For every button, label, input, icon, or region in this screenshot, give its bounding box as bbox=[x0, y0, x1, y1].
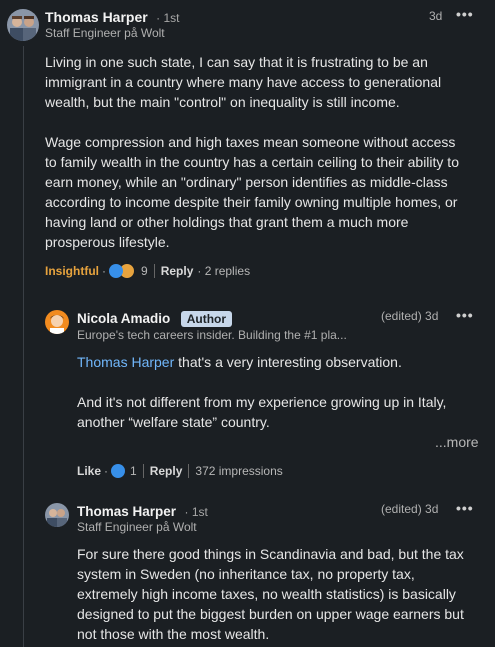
more-horizontal-icon[interactable]: ••• bbox=[456, 307, 474, 323]
separator-dot: · bbox=[104, 464, 109, 478]
timestamp: (edited) 3d bbox=[381, 502, 439, 516]
replies-count[interactable]: · 2 replies bbox=[197, 264, 250, 278]
avatar-thomas-harper[interactable] bbox=[45, 503, 69, 527]
more-horizontal-icon[interactable]: ••• bbox=[456, 500, 474, 516]
author-badge: Author bbox=[180, 311, 233, 327]
reply-actions: Like · 1 Reply 372 impressions bbox=[77, 464, 283, 478]
reaction-icons[interactable] bbox=[109, 263, 135, 279]
author-headline: Staff Engineer på Wolt bbox=[45, 26, 165, 40]
author-headline: Europe's tech careers insider. Building … bbox=[77, 328, 347, 342]
more-horizontal-icon[interactable]: ••• bbox=[456, 6, 474, 22]
separator-dot: · bbox=[102, 264, 106, 278]
reaction-label[interactable]: Insightful bbox=[45, 264, 99, 278]
comment-actions: Insightful · 9 Reply · 2 replies bbox=[45, 263, 250, 279]
reply-paragraph: And it's not different from my experienc… bbox=[77, 394, 447, 430]
reply-text: that's a very interesting observation. bbox=[174, 354, 402, 370]
avatar-nicola-amadio[interactable] bbox=[45, 310, 69, 334]
comment-header: Thomas Harper · 1st bbox=[45, 9, 180, 27]
reaction-count[interactable]: 1 bbox=[130, 464, 137, 478]
impressions-count: 372 impressions bbox=[195, 464, 283, 478]
avatar-image bbox=[7, 9, 39, 41]
avatar-image bbox=[45, 503, 69, 527]
like-icon[interactable] bbox=[111, 464, 126, 478]
reply-button[interactable]: Reply bbox=[150, 464, 183, 478]
comment-paragraph: Living in one such state, I can say that… bbox=[45, 54, 442, 110]
reply-header: Nicola Amadio Author bbox=[77, 310, 233, 328]
reply-paragraph: Thomas Harper that's a very interesting … bbox=[77, 352, 472, 372]
thread-line bbox=[23, 46, 24, 647]
mention-link[interactable]: Thomas Harper bbox=[77, 354, 174, 370]
like-button[interactable]: Like bbox=[77, 464, 101, 478]
divider bbox=[142, 464, 144, 478]
reply-header: Thomas Harper · 1st bbox=[77, 503, 208, 521]
divider bbox=[188, 464, 190, 478]
author-name[interactable]: Thomas Harper bbox=[77, 504, 176, 519]
reaction-count[interactable]: 9 bbox=[141, 264, 148, 278]
connection-degree: · 1st bbox=[184, 505, 208, 519]
reply-button[interactable]: Reply bbox=[161, 264, 194, 278]
comment-paragraph: Wage compression and high taxes mean som… bbox=[45, 134, 459, 250]
see-more-link[interactable]: ...more bbox=[435, 434, 479, 450]
divider bbox=[153, 264, 155, 278]
reply-paragraph: For sure there good things in Scandinavi… bbox=[77, 546, 464, 642]
author-name[interactable]: Nicola Amadio bbox=[77, 311, 170, 326]
connection-degree: · 1st bbox=[156, 11, 180, 25]
avatar-image bbox=[45, 310, 69, 334]
timestamp: (edited) 3d bbox=[381, 309, 439, 323]
author-headline: Staff Engineer på Wolt bbox=[77, 520, 197, 534]
timestamp: 3d bbox=[429, 9, 443, 23]
avatar-thomas-harper[interactable] bbox=[7, 9, 39, 41]
like-icon bbox=[109, 264, 123, 278]
author-name[interactable]: Thomas Harper bbox=[45, 9, 148, 25]
